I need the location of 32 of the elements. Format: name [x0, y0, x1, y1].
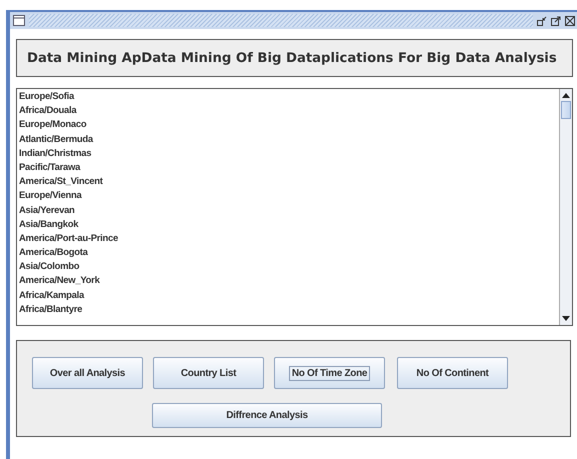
list-item[interactable]: Europe/Vienna: [19, 189, 82, 204]
list-item[interactable]: Europe/Sofia: [19, 90, 74, 104]
vertical-scrollbar[interactable]: [559, 89, 572, 325]
action-button[interactable]: Diffrence Analysis: [152, 403, 382, 428]
action-button[interactable]: No Of Time Zone: [274, 357, 385, 389]
list-item[interactable]: America/Port-au-Prince: [19, 232, 118, 246]
list-item[interactable]: Africa/Kampala: [19, 288, 84, 303]
action-button[interactable]: No Of Continent: [397, 357, 508, 389]
scroll-down-icon[interactable]: [562, 316, 570, 322]
minimize-icon[interactable]: [537, 16, 547, 26]
list-item[interactable]: America/New_York: [19, 274, 100, 289]
list-item[interactable]: Africa/Blantyre: [19, 302, 82, 317]
action-button[interactable]: Country List: [153, 357, 264, 389]
list-item[interactable]: Atlantic/Bermuda: [19, 132, 93, 147]
heading-title: Data Mining ApData Mining Of Big Dataplications For Big Data Analysis: [27, 50, 557, 66]
list-item[interactable]: Africa/Douala: [19, 104, 76, 118]
list-item[interactable]: America/Bogota: [19, 246, 88, 260]
list-item[interactable]: America/St_Vincent: [19, 175, 103, 190]
list-item[interactable]: Indian/Christmas: [19, 146, 92, 161]
maximize-icon[interactable]: [551, 16, 561, 26]
scroll-thumb[interactable]: [561, 101, 571, 119]
action-button[interactable]: Over all Analysis: [32, 357, 143, 389]
scroll-up-icon[interactable]: [562, 92, 570, 98]
list-item[interactable]: Asia/Yerevan: [19, 204, 75, 218]
window-icon: [13, 15, 25, 26]
list-item[interactable]: Europe/Monaco: [19, 118, 86, 133]
list-item[interactable]: Asia/Colombo: [19, 260, 80, 274]
list-item[interactable]: Pacific/Tarawa: [19, 160, 80, 176]
timezone-list[interactable]: [16, 88, 573, 326]
close-icon[interactable]: [565, 16, 575, 26]
title-bar-grip[interactable]: [29, 14, 533, 27]
list-item[interactable]: Asia/Bangkok: [19, 218, 78, 232]
